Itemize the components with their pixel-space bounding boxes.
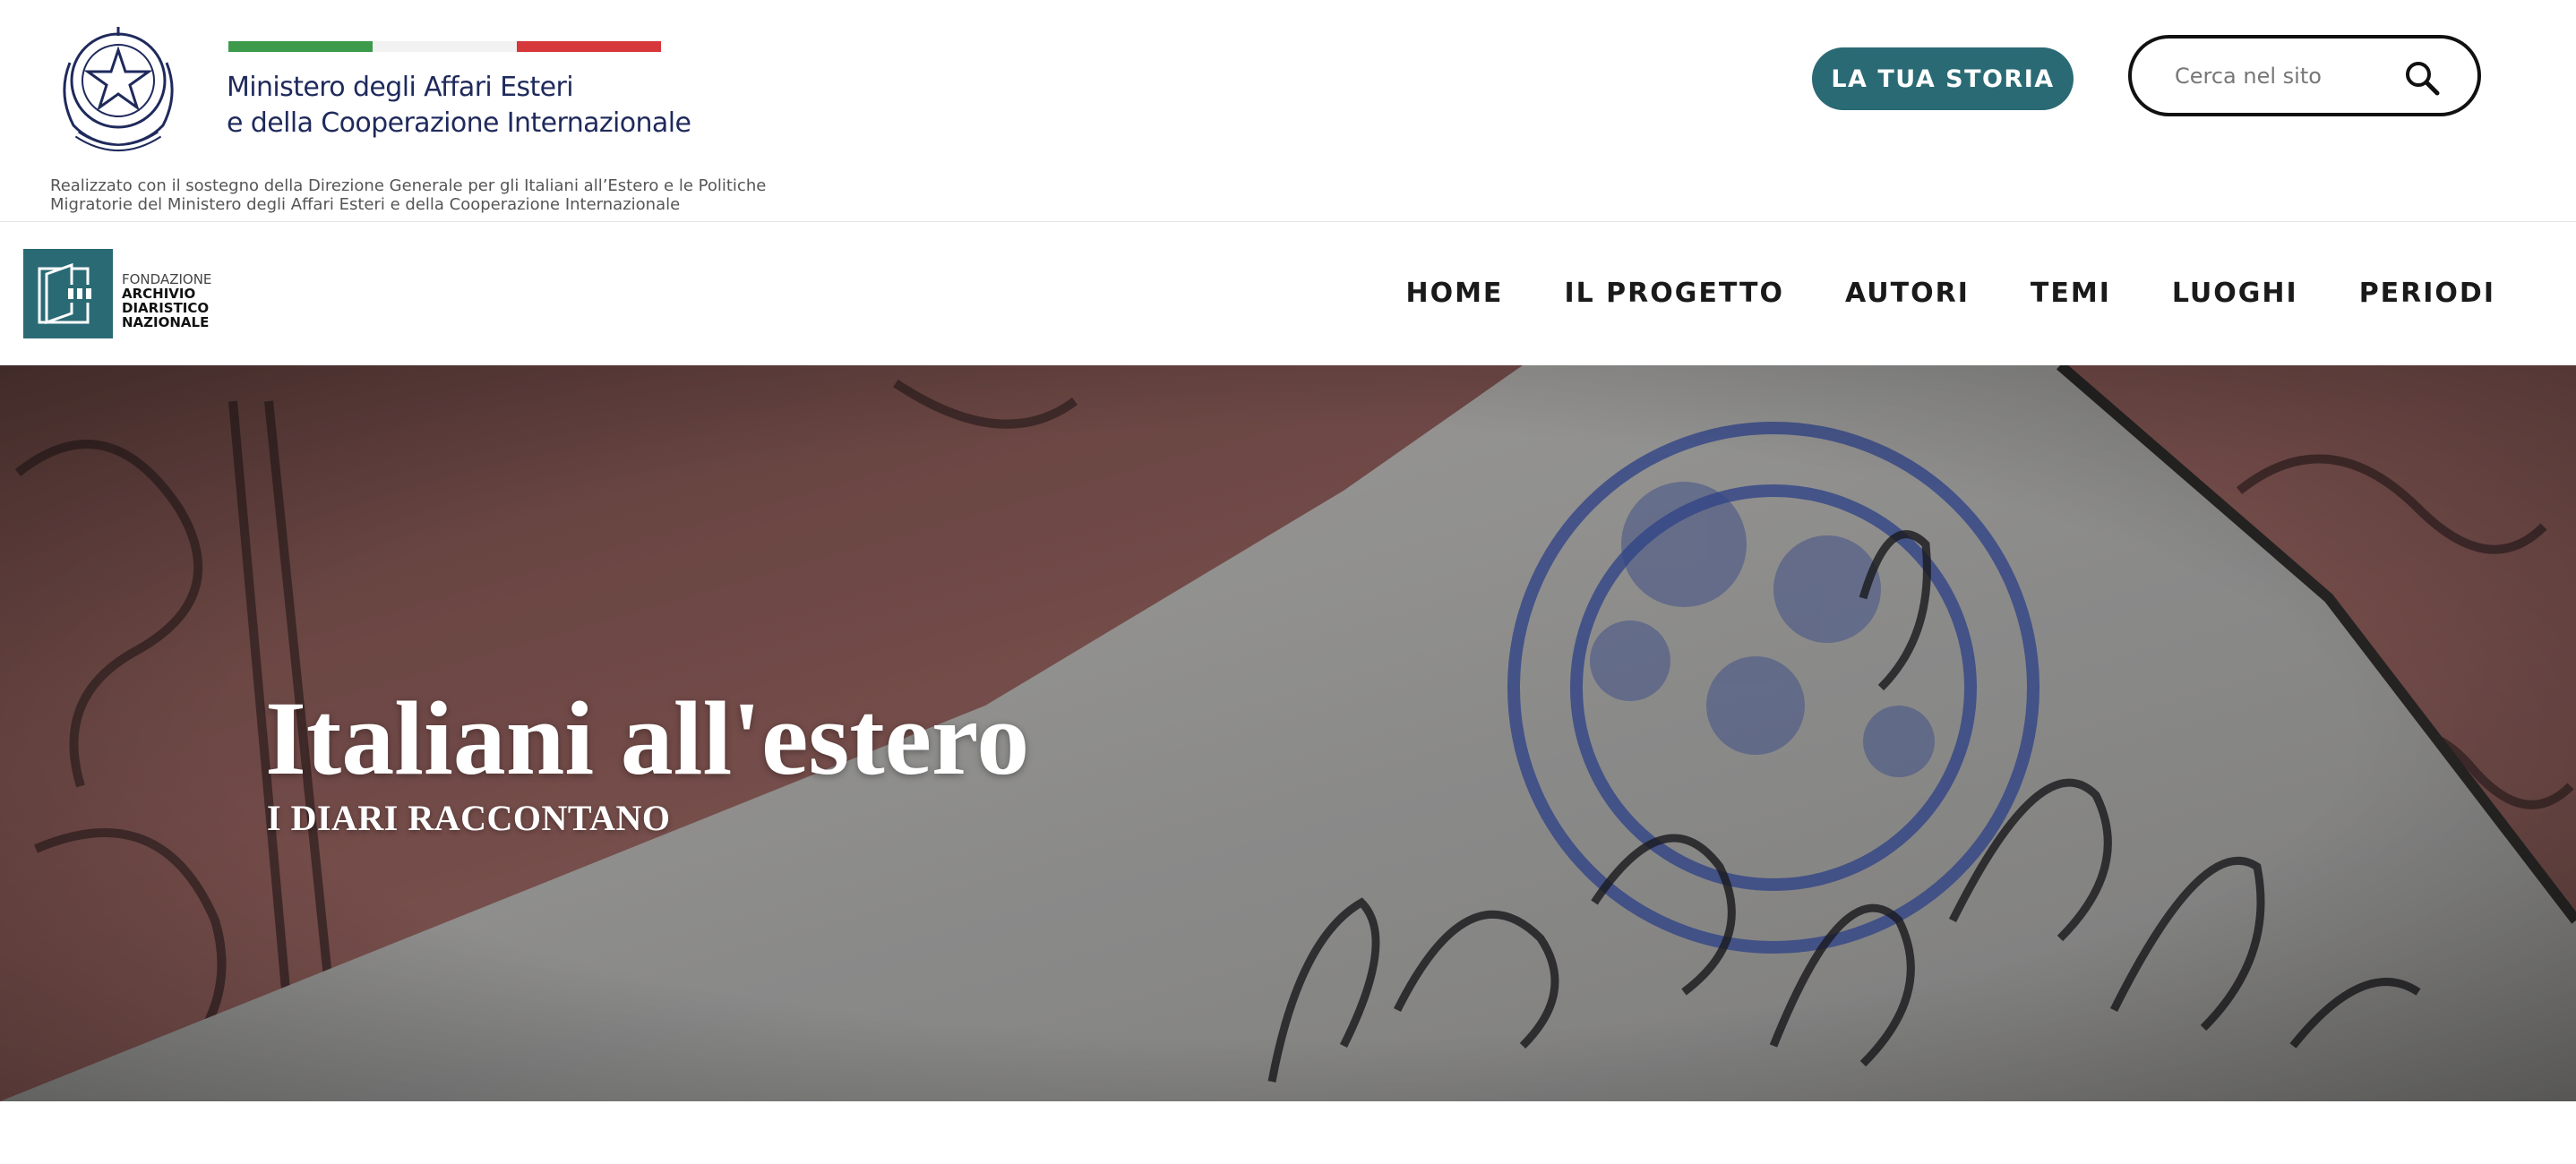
flag-red — [517, 41, 661, 52]
logo-line-archivio: ARCHIVIO — [122, 286, 196, 302]
search-input[interactable] — [2173, 62, 2418, 90]
archive-logo-icon — [38, 262, 97, 325]
logo-line-fondazione: FONDAZIONE — [122, 271, 212, 287]
page-content-area — [0, 1101, 2576, 1164]
flag-white — [373, 41, 517, 52]
ministry-name-line2: e della Cooperazione Internazionale — [227, 107, 691, 139]
ministry-name[interactable]: Ministero degli Affari Esteri e della Co… — [227, 70, 691, 141]
archive-logo-text[interactable]: FONDAZIONE ARCHIVIO DIARISTICO NAZIONALE — [122, 272, 211, 330]
support-note-line1: Realizzato con il sostegno della Direzio… — [50, 176, 767, 195]
nav-periodi[interactable]: PERIODI — [2359, 278, 2495, 309]
hero-subtitle: I DIARI RACCONTANO — [267, 798, 671, 838]
republic-emblem-icon — [63, 27, 174, 151]
hero-banner: Italiani all'estero I DIARI RACCONTANO — [0, 365, 2576, 1101]
support-note: Realizzato con il sostegno della Direzio… — [50, 176, 785, 214]
nav-home[interactable]: HOME — [1405, 278, 1503, 309]
search-box[interactable] — [2128, 35, 2481, 116]
italian-flag-stripe — [228, 41, 661, 52]
support-note-line2: Migratorie del Ministero degli Affari Es… — [50, 195, 681, 214]
nav-temi[interactable]: TEMI — [2031, 278, 2111, 309]
logo-line-nazionale: NAZIONALE — [122, 314, 210, 330]
site-header: Ministero degli Affari Esteri e della Co… — [0, 0, 2576, 221]
logo-line-diaristico: DIARISTICO — [122, 300, 210, 316]
main-navbar: FONDAZIONE ARCHIVIO DIARISTICO NAZIONALE… — [0, 222, 2576, 365]
search-icon[interactable] — [2404, 60, 2440, 96]
flag-green — [228, 41, 373, 52]
nav-il-progetto[interactable]: IL PROGETTO — [1564, 278, 1784, 309]
archive-logo[interactable] — [23, 249, 113, 338]
nav-autori[interactable]: AUTORI — [1845, 278, 1970, 309]
your-story-button[interactable]: LA TUA STORIA — [1812, 47, 2074, 110]
primary-nav: HOME IL PROGETTO AUTORI TEMI LUOGHI PERI… — [1344, 278, 2495, 309]
ministry-name-line1: Ministero degli Affari Esteri — [227, 72, 574, 103]
nav-luoghi[interactable]: LUOGHI — [2172, 278, 2298, 309]
hero-title: Italiani all'estero — [265, 680, 1030, 797]
